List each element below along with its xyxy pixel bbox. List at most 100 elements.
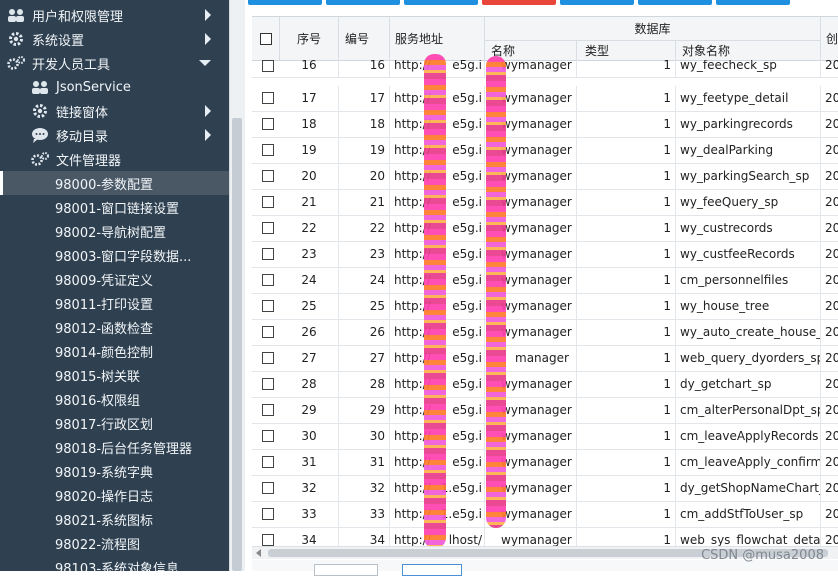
sidebar-item[interactable]: 98017-行政区划 — [0, 411, 229, 435]
sidebar-item[interactable]: 开发人员工具 — [0, 51, 229, 75]
table-row[interactable]: 22 22 http://e5g.i wymanager 1 wy_custrecords… — [252, 216, 838, 242]
cell-code-text: 25 — [369, 299, 385, 313]
row-checkbox[interactable] — [262, 144, 274, 156]
table-row[interactable]: 31 31 http://e5g.i wymanager 1 cm_leaveApply_… — [252, 450, 838, 476]
header-db-type[interactable]: 类型 — [577, 41, 676, 60]
cell-seq-text: 21 — [301, 195, 317, 209]
sidebar-item[interactable]: 98003-窗口字段数据... — [0, 243, 229, 267]
header-created[interactable]: 创 — [821, 17, 838, 60]
chevron-right-icon[interactable] — [205, 33, 211, 45]
row-checkbox[interactable] — [262, 60, 274, 72]
table-row[interactable]: 16 16 http://e5g.i wymanager 1 wy_feecheck_sp… — [252, 60, 838, 78]
row-checkbox[interactable] — [262, 326, 274, 338]
row-checkbox[interactable] — [262, 92, 274, 104]
sidebar-item[interactable]: 98011-打印设置 — [0, 291, 229, 315]
sidebar-item[interactable]: 98021-系统图标 — [0, 507, 229, 531]
header-code[interactable]: 编号 — [339, 17, 390, 60]
header-object-name[interactable]: 对象名称 — [676, 41, 821, 60]
sidebar-item[interactable]: 98015-树关联 — [0, 363, 229, 387]
cell-type-text: 1 — [663, 299, 671, 313]
sidebar-item[interactable]: 98014-颜色控制 — [0, 339, 229, 363]
row-checkbox[interactable] — [262, 196, 274, 208]
table-row[interactable]: 29 29 http://e5g.i wymanager 1 cm_alterPerson… — [252, 398, 838, 424]
pager-size-select[interactable] — [314, 564, 378, 576]
sidebar-item-label: 98003-窗口字段数据... — [55, 249, 192, 265]
row-checkbox[interactable] — [262, 118, 274, 130]
chevron-right-icon[interactable] — [205, 105, 211, 117]
toolbar-button[interactable] — [638, 0, 712, 5]
cell-name-text: wymanager — [501, 533, 572, 547]
sidebar-item[interactable]: 98000-参数配置 — [0, 171, 229, 195]
sidebar-item[interactable]: 链接窗体 — [0, 99, 229, 123]
row-checkbox[interactable] — [262, 274, 274, 286]
sidebar-item-label: 98012-函数检查 — [55, 321, 154, 337]
sidebar-item[interactable]: 用户和权限管理 — [0, 3, 229, 27]
cell-host-text: e5g.i — [452, 195, 482, 209]
row-checkbox[interactable] — [262, 430, 274, 442]
row-checkbox[interactable] — [262, 222, 274, 234]
select-all-checkbox[interactable] — [259, 32, 272, 45]
cell-seq-text: 25 — [301, 299, 317, 313]
sidebar-item[interactable]: 移动目录 — [0, 123, 229, 147]
table-row[interactable]: 24 24 http://e5g.i wymanager 1 cm_personnelfi… — [252, 268, 838, 294]
sidebar-item[interactable]: 98022-流程图 — [0, 531, 229, 555]
table-row[interactable]: 28 28 http://e5g.i wymanager 1 dy_getchart_sp… — [252, 372, 838, 398]
toolbar-button[interactable] — [404, 0, 478, 5]
sidebar-scrollbar-thumb[interactable] — [232, 118, 242, 571]
row-checkbox[interactable] — [262, 534, 274, 546]
sidebar-item[interactable]: 98016-权限组 — [0, 387, 229, 411]
table-row[interactable]: 33 33 http://1.e5g.i wymanager 1 cm_addStfToU… — [252, 502, 838, 528]
header-select-all[interactable] — [252, 17, 280, 60]
row-checkbox[interactable] — [262, 248, 274, 260]
gears-icon — [30, 150, 50, 168]
sidebar-item[interactable]: 系统设置 — [0, 27, 229, 51]
table-row[interactable]: 19 19 http://e5g.i wymanager 1 wy_dealParking… — [252, 138, 838, 164]
sidebar-item[interactable]: 98001-窗口链接设置 — [0, 195, 229, 219]
table-row[interactable]: 32 32 http://1.e5g.i wymanager 1 dy_getShopNa… — [252, 476, 838, 502]
header-seq[interactable]: 序号 — [280, 17, 339, 60]
table-row[interactable]: 23 23 http://e5g.i wymanager 1 wy_custfeeReco… — [252, 242, 838, 268]
row-checkbox[interactable] — [262, 352, 274, 364]
toolbar-button[interactable] — [716, 0, 790, 5]
row-checkbox[interactable] — [262, 170, 274, 182]
table-row[interactable]: 20 20 http://e5g.i wymanager 1 wy_parkingSear… — [252, 164, 838, 190]
row-checkbox[interactable] — [262, 378, 274, 390]
sidebar-item[interactable]: 98020-操作日志 — [0, 483, 229, 507]
row-checkbox[interactable] — [262, 300, 274, 312]
cell-created-text: 202 — [825, 273, 838, 287]
sidebar-item[interactable]: 98019-系统字典 — [0, 459, 229, 483]
table-row[interactable]: 18 18 http://e5g.i wymanager 1 wy_parkingreco… — [252, 112, 838, 138]
toolbar-button[interactable] — [560, 0, 634, 5]
row-checkbox[interactable] — [262, 456, 274, 468]
sidebar-item[interactable]: 98002-导航树配置 — [0, 219, 229, 243]
sidebar-item[interactable]: 98009-凭证定义 — [0, 267, 229, 291]
sidebar-item[interactable]: 98103-系统对象信息 — [0, 555, 229, 572]
scroll-left-icon[interactable] — [256, 549, 261, 557]
row-checkbox[interactable] — [262, 508, 274, 520]
sidebar-item[interactable]: 98018-后台任务管理器 — [0, 435, 229, 459]
table-row[interactable]: 17 17 http://e5g.i wymanager 1 wy_feetype_det… — [252, 86, 838, 112]
chevron-down-icon[interactable] — [199, 60, 211, 66]
table-row[interactable]: 26 26 http://e5g.i wymanager 1 wy_auto_create… — [252, 320, 838, 346]
table-row[interactable]: 27 27 http://e5g.i manager 1 web_query_dyorde… — [252, 346, 838, 372]
toolbar-button[interactable] — [248, 0, 322, 5]
table-row[interactable]: 30 30 http://e5g.i wymanager 1 cm_leaveApplyR… — [252, 424, 838, 450]
sidebar-item[interactable]: 98012-函数检查 — [0, 315, 229, 339]
cell-name-text: wymanager — [501, 299, 572, 313]
table-row[interactable]: 21 21 http://e5g.i wymanager 1 wy_feeQuery_sp… — [252, 190, 838, 216]
row-checkbox[interactable] — [262, 404, 274, 416]
cell-seq: 25 — [280, 294, 339, 319]
row-checkbox[interactable] — [262, 482, 274, 494]
sidebar-item[interactable]: JsonService — [0, 75, 229, 99]
delete-button[interactable] — [482, 0, 556, 5]
users-icon — [6, 6, 26, 24]
table-row[interactable]: 25 25 http://e5g.i wymanager 1 wy_house_tree 2… — [252, 294, 838, 320]
cell-created-text: 202 — [825, 507, 838, 521]
cell-host-text: e5g.i — [452, 429, 482, 443]
chevron-right-icon[interactable] — [205, 129, 211, 141]
sidebar-item[interactable]: 文件管理器 — [0, 147, 229, 171]
toolbar-button[interactable] — [326, 0, 400, 5]
header-seq-label: 序号 — [296, 32, 321, 46]
chevron-right-icon[interactable] — [205, 9, 211, 21]
pager-page-input[interactable] — [402, 564, 462, 576]
